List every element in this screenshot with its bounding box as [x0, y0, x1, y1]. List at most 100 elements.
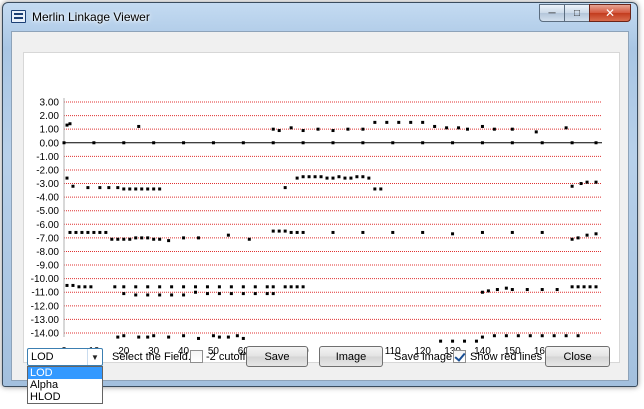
data-point	[421, 120, 425, 124]
dropdown-option-alpha[interactable]: Alpha	[28, 379, 102, 391]
minimize-icon: ─	[548, 7, 556, 19]
data-point	[211, 141, 215, 145]
data-point	[226, 335, 230, 339]
data-point	[325, 176, 329, 180]
dropdown-option-lod[interactable]: LOD	[28, 367, 102, 379]
data-point	[140, 187, 144, 191]
data-point	[337, 175, 341, 179]
data-point	[146, 293, 150, 297]
data-point	[167, 239, 171, 243]
data-point	[564, 334, 568, 338]
image-button[interactable]: Image	[319, 346, 383, 367]
chevron-down-icon[interactable]: ▼	[87, 349, 102, 365]
title-bar[interactable]: Merlin Linkage Viewer ─ □ ✕	[3, 3, 637, 31]
caption-buttons: ─ □ ✕	[539, 4, 631, 22]
data-point	[146, 285, 150, 289]
save-button[interactable]: Save	[246, 346, 308, 367]
data-point	[167, 335, 171, 339]
data-point	[217, 292, 221, 296]
close-window-button[interactable]: ✕	[589, 4, 631, 22]
cutoff-label: -2 cutoff	[206, 351, 246, 363]
data-point	[116, 335, 120, 339]
data-point	[92, 230, 96, 234]
data-point	[137, 124, 141, 128]
data-point	[241, 285, 245, 289]
data-point	[319, 175, 323, 179]
y-tick-label: 1.00	[40, 125, 60, 136]
data-point	[570, 285, 574, 289]
data-point	[71, 184, 75, 188]
data-point	[134, 236, 138, 240]
data-point	[217, 335, 221, 339]
data-point	[466, 127, 469, 131]
data-point	[271, 127, 275, 131]
data-point	[229, 285, 233, 289]
data-point	[534, 130, 538, 134]
data-point	[68, 122, 72, 126]
maximize-button[interactable]: □	[564, 4, 590, 22]
data-point	[594, 232, 598, 236]
field-select-dropdown[interactable]: LOD ▼	[27, 348, 103, 366]
data-point	[564, 126, 568, 130]
data-point	[301, 141, 305, 145]
data-point	[89, 285, 93, 289]
y-tick-label: -4.00	[36, 193, 59, 204]
data-point	[361, 141, 365, 145]
y-tick-label: 3.00	[40, 98, 60, 109]
field-select-value: LOD	[31, 351, 54, 363]
data-point	[576, 285, 580, 289]
data-point	[585, 233, 589, 237]
close-button[interactable]: Close	[545, 346, 610, 367]
dropdown-option-hlod[interactable]: HLOD	[28, 391, 102, 403]
y-tick-label: -9.00	[36, 261, 59, 272]
data-point	[576, 334, 580, 338]
data-point	[152, 187, 156, 191]
data-point	[152, 141, 156, 145]
data-point	[128, 187, 132, 191]
data-point	[367, 176, 371, 180]
data-point	[349, 176, 353, 180]
data-point	[122, 292, 126, 296]
y-tick-label: 0.00	[40, 138, 60, 149]
data-point	[451, 339, 455, 343]
y-tick-label: -10.00	[31, 274, 60, 285]
data-point	[379, 187, 383, 191]
data-point	[107, 186, 111, 190]
close-icon: ✕	[604, 6, 616, 20]
data-point	[540, 334, 544, 338]
data-point	[229, 292, 233, 296]
y-tick-label: -11.00	[31, 288, 59, 299]
data-point	[241, 336, 245, 340]
main-window: Merlin Linkage Viewer ─ □ ✕ 3.00 2.00 1.00…	[2, 2, 638, 387]
data-point	[182, 141, 186, 145]
field-select-options: LOD Alpha HLOD	[27, 366, 103, 404]
y-tick-label: -8.00	[36, 247, 59, 258]
data-point	[588, 285, 592, 289]
data-point	[504, 334, 508, 338]
data-point	[182, 285, 186, 289]
data-point	[301, 129, 305, 133]
red-lines-checkbox[interactable]	[453, 350, 466, 363]
data-point	[65, 123, 69, 127]
data-point	[134, 285, 138, 289]
data-point	[134, 293, 138, 297]
data-point	[235, 334, 239, 338]
data-point	[316, 127, 320, 131]
cutoff-checkbox[interactable]	[190, 350, 203, 363]
data-point	[83, 285, 87, 289]
minimize-button[interactable]: ─	[539, 4, 565, 22]
data-point	[594, 180, 598, 184]
data-point	[226, 233, 230, 237]
data-point	[480, 230, 484, 234]
plot-area: 3.00 2.00 1.00 0.00 -1.00 -2.00 -3.00 -4.00 -5.0…	[23, 52, 620, 363]
data-point	[346, 127, 350, 131]
data-point	[480, 335, 484, 339]
data-point	[289, 126, 293, 130]
data-point	[122, 187, 126, 191]
data-point	[492, 334, 496, 338]
data-point	[480, 141, 484, 145]
data-point	[217, 285, 221, 289]
data-point	[271, 292, 275, 296]
y-tick-label: -6.00	[36, 220, 59, 231]
data-point	[570, 237, 574, 241]
